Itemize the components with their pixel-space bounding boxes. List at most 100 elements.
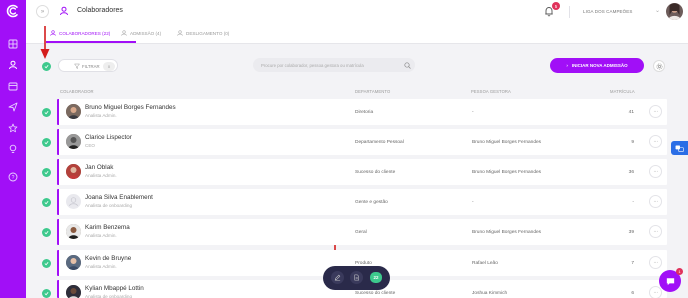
chat-icon <box>666 277 674 285</box>
start-admission-button[interactable]: › INICIAR NOVA ADMISSÃO <box>550 58 644 73</box>
check-icon <box>44 140 49 145</box>
row-checkbox[interactable] <box>42 138 51 147</box>
column-header-gestora[interactable]: PESSOA GESTORA <box>471 89 511 94</box>
employee-role: Analista Admin. <box>85 233 117 238</box>
lightbulb-icon[interactable] <box>8 144 18 154</box>
employee-role: CEO <box>85 143 95 148</box>
top-header: » Colaboradores 5 LIGA DOS CAMPEÕES ⌄ <box>26 0 688 24</box>
column-header-departamento[interactable]: DEPARTAMENTO <box>355 89 390 94</box>
avatar <box>66 104 81 119</box>
tab-colaboradores[interactable]: COLABORADORES (22) <box>50 30 110 36</box>
more-options-button[interactable]: ··· <box>649 135 662 148</box>
notification-badge: 5 <box>552 2 560 10</box>
filter-label: FILTRAR <box>82 63 100 69</box>
employee-role: Analista Admin. <box>85 264 117 269</box>
column-header-matricula[interactable]: MATRÍCULA <box>610 89 635 94</box>
row-checkbox[interactable] <box>42 168 51 177</box>
table-row[interactable]: Joana Silva Enablement Analista de onboa… <box>57 189 667 215</box>
employee-name: Karim Benzema <box>85 224 130 231</box>
table-row[interactable]: Bruno Miguel Borges Fernandes Analista A… <box>57 99 667 125</box>
avatar <box>66 255 81 270</box>
send-icon[interactable] <box>8 102 18 112</box>
manager: Bruno Miguel Borges Fernandes <box>472 229 542 235</box>
employee-name: Kylian Mbappé Lottin <box>85 285 144 292</box>
avatar <box>66 164 81 179</box>
more-options-button[interactable]: ··· <box>649 165 662 178</box>
more-icon: ··· <box>653 289 658 296</box>
table-row[interactable]: Clarice Lispector CEO Departamento Pesso… <box>57 129 667 155</box>
filter-count-badge: 0 <box>103 61 115 71</box>
svg-text:?: ? <box>12 175 15 181</box>
more-icon: ··· <box>653 108 658 115</box>
more-options-button[interactable]: ··· <box>649 256 662 269</box>
avatar <box>66 285 81 298</box>
table-row[interactable]: Jan Oblak Analista Admin. Sucesso do cli… <box>57 159 667 185</box>
employee-name: Joana Silva Enablement <box>85 194 153 201</box>
employee-role: Analista de onboarding <box>85 294 132 298</box>
row-checkbox[interactable] <box>42 108 51 117</box>
filter-icon <box>74 63 80 69</box>
company-selector[interactable]: LIGA DOS CAMPEÕES <box>583 9 632 14</box>
manager: Rafael Leão <box>472 260 498 266</box>
avatar <box>66 224 81 239</box>
person-icon <box>177 30 183 36</box>
row-checkbox[interactable] <box>42 228 51 237</box>
check-icon <box>44 110 49 115</box>
check-icon <box>44 170 49 175</box>
table-row[interactable]: Karim Benzema Analista Admin. Geral Brun… <box>57 219 667 245</box>
dashboard-icon[interactable] <box>8 39 18 49</box>
gear-icon <box>656 63 662 69</box>
tab-admissao[interactable]: ADMISSÃO (4) <box>121 30 161 36</box>
active-tab-indicator <box>46 41 136 43</box>
more-icon: ··· <box>653 198 658 205</box>
department: Diretoria <box>355 109 374 115</box>
chevron-right-icon: › <box>566 63 568 68</box>
tab-label: DESLIGAMENTO (0) <box>186 30 230 36</box>
document-icon <box>354 274 359 281</box>
chevron-down-icon[interactable]: ⌄ <box>655 7 660 14</box>
department: Departamento Pessoal <box>355 139 404 145</box>
expand-sidebar-button[interactable]: » <box>36 5 49 18</box>
manager: Bruno Miguel Borges Fernandes <box>472 139 542 145</box>
translate-button[interactable] <box>671 141 688 155</box>
check-icon <box>44 230 49 235</box>
more-options-button[interactable]: ··· <box>649 105 662 118</box>
calendar-icon[interactable] <box>8 81 18 91</box>
people-icon[interactable] <box>8 60 18 70</box>
star-icon[interactable] <box>8 123 18 133</box>
document-button[interactable] <box>350 271 363 284</box>
select-all-checkbox[interactable] <box>42 62 51 71</box>
edit-button[interactable] <box>331 271 344 284</box>
more-options-button[interactable]: ··· <box>649 286 662 298</box>
user-avatar[interactable] <box>666 3 683 20</box>
employee-role: Analista de onboarding <box>85 203 132 208</box>
column-header-colaborador[interactable]: COLABORADOR <box>60 89 94 94</box>
row-checkbox[interactable] <box>42 259 51 268</box>
tab-label: ADMISSÃO (4) <box>130 30 162 36</box>
manager: Bruno Miguel Borges Fernandes <box>472 169 542 175</box>
help-icon[interactable]: ? <box>8 172 18 182</box>
more-options-button[interactable]: ··· <box>649 225 662 238</box>
row-checkbox[interactable] <box>42 198 51 207</box>
pencil-icon <box>334 274 341 281</box>
tab-desligamento[interactable]: DESLIGAMENTO (0) <box>177 30 229 36</box>
tab-bar: COLABORADORES (22) ADMISSÃO (4) DESLIGAM… <box>26 24 688 44</box>
more-icon: ··· <box>653 259 658 266</box>
more-options-button[interactable]: ··· <box>649 195 662 208</box>
row-checkbox[interactable] <box>42 289 51 298</box>
employee-role: Analista Admin. <box>85 113 117 118</box>
check-icon <box>44 261 49 266</box>
brand-logo-icon[interactable] <box>6 4 20 18</box>
department: Gente e gestão <box>355 199 388 205</box>
more-icon: ··· <box>653 168 658 175</box>
search-input[interactable] <box>261 58 401 72</box>
registration-number: 39 <box>628 229 634 235</box>
department: Produto <box>355 260 372 266</box>
filter-button[interactable]: FILTRAR 0 <box>58 59 118 72</box>
search-icon[interactable] <box>404 61 411 69</box>
page-title: Colaboradores <box>77 7 123 14</box>
person-icon <box>50 30 56 36</box>
registration-number: 7 <box>631 260 634 266</box>
selected-count-badge: 22 <box>370 272 382 283</box>
settings-button[interactable] <box>653 60 665 72</box>
